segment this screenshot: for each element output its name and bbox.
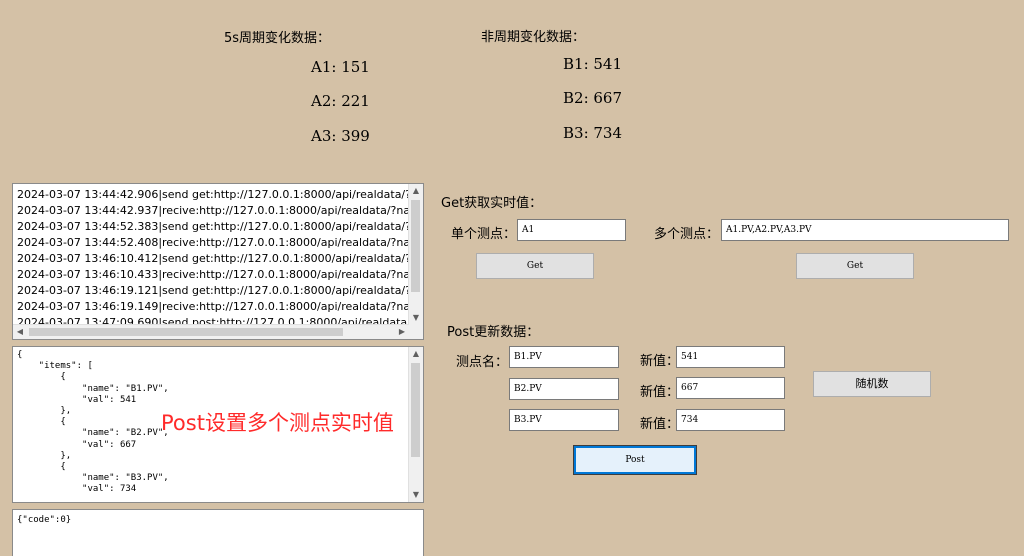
request-body-panel[interactable]: { "items": [ { "name": "B1.PV", "val": 5… [12, 346, 424, 503]
log-line: 2024-03-07 13:44:42.906|send get:http://… [17, 188, 409, 201]
response-body-text[interactable]: {"code":0} [17, 515, 71, 526]
log-lines: 2024-03-07 13:44:42.906|send get:http://… [17, 187, 409, 331]
post-button[interactable]: Post [573, 445, 697, 475]
log-line: 2024-03-07 13:46:10.433|recive:http://12… [17, 268, 409, 281]
new-value-label-2: 新值： [640, 385, 680, 400]
scroll-left-icon[interactable]: ◀ [13, 325, 27, 339]
random-number-button[interactable]: 随机数 [813, 371, 931, 397]
multi-point-label: 多个测点： [654, 227, 720, 242]
request-vertical-scrollbar[interactable]: ▲ ▼ [408, 347, 423, 502]
post-section-title: Post更新数据： [447, 325, 540, 340]
log-line: 2024-03-07 13:44:52.383|send get:http://… [17, 220, 409, 233]
log-line: 2024-03-07 13:46:10.412|send get:http://… [17, 252, 409, 265]
scroll-up-icon[interactable]: ▲ [409, 347, 423, 361]
point-name-input-3[interactable]: B3.PV [509, 409, 619, 431]
log-vertical-scrollbar[interactable]: ▲ ▼ [408, 184, 423, 325]
a2-readout: A2: 221 [311, 92, 370, 110]
log-line: 2024-03-07 13:44:42.937|recive:http://12… [17, 204, 409, 217]
scroll-right-icon[interactable]: ▶ [395, 325, 409, 339]
single-point-label: 单个测点： [451, 227, 517, 242]
new-value-label-3: 新值： [640, 417, 680, 432]
multi-point-input[interactable]: A1.PV,A2.PV,A3.PV [721, 219, 1009, 241]
b1-readout: B1: 541 [563, 55, 623, 73]
log-line: 2024-03-07 13:46:19.149|recive:http://12… [17, 300, 409, 313]
new-value-input-3[interactable]: 734 [676, 409, 785, 431]
log-horizontal-scrollbar[interactable]: ◀ ▶ [13, 324, 409, 339]
a3-readout: A3: 399 [311, 127, 370, 145]
response-body-panel[interactable]: {"code":0} [12, 509, 424, 556]
b2-readout: B2: 667 [563, 89, 623, 107]
log-panel[interactable]: 2024-03-07 13:44:42.906|send get:http://… [12, 183, 424, 340]
log-line: 2024-03-07 13:44:52.408|recive:http://12… [17, 236, 409, 249]
log-vertical-thumb[interactable] [411, 200, 420, 292]
scroll-up-icon[interactable]: ▲ [409, 184, 423, 198]
get-multi-button[interactable]: Get [796, 253, 914, 279]
new-value-label-1: 新值： [640, 354, 680, 369]
get-single-button[interactable]: Get [476, 253, 594, 279]
overlay-annotation: Post设置多个测点实时值 [161, 411, 394, 435]
new-value-input-1[interactable]: 541 [676, 346, 785, 368]
scroll-corner [409, 325, 423, 339]
point-name-label: 测点名： [456, 355, 509, 370]
log-horizontal-thumb[interactable] [29, 328, 343, 336]
request-body-text[interactable]: { "items": [ { "name": "B1.PV", "val": 5… [17, 350, 169, 496]
get-section-title: Get获取实时值： [441, 196, 543, 211]
single-point-input[interactable]: A1 [517, 219, 626, 241]
point-name-input-1[interactable]: B1.PV [509, 346, 619, 368]
point-name-input-2[interactable]: B2.PV [509, 378, 619, 400]
b3-readout: B3: 734 [563, 124, 623, 142]
a1-readout: A1: 151 [311, 58, 370, 76]
scroll-down-icon[interactable]: ▼ [409, 488, 423, 502]
nonperiodic-data-title: 非周期变化数据： [481, 30, 586, 45]
log-line: 2024-03-07 13:46:19.121|send get:http://… [17, 284, 409, 297]
request-vertical-thumb[interactable] [411, 363, 420, 457]
periodic-data-title: 5s周期变化数据： [224, 31, 331, 46]
new-value-input-2[interactable]: 667 [676, 377, 785, 399]
scroll-down-icon[interactable]: ▼ [409, 311, 423, 325]
